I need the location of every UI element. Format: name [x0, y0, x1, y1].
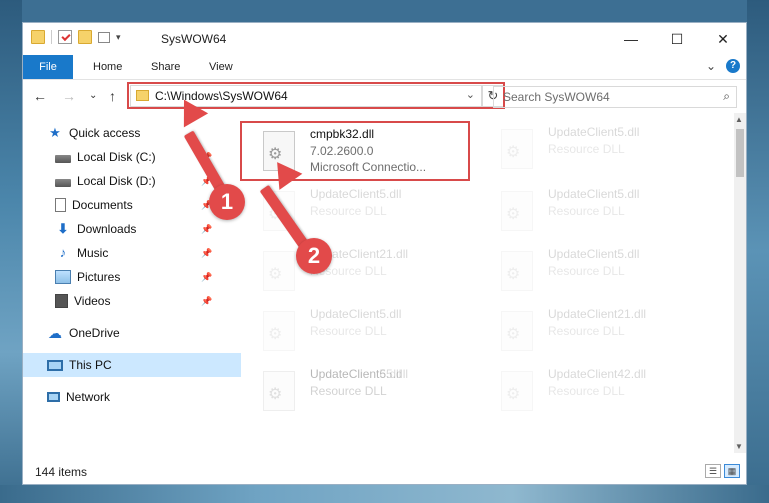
dll-file-icon: [501, 371, 533, 411]
close-button[interactable]: ✕: [700, 23, 746, 55]
customize-toolbar-icon[interactable]: [98, 31, 110, 43]
sidebar-item-downloads[interactable]: ⬇ Downloads 📌: [23, 217, 249, 241]
vertical-scrollbar[interactable]: ▲ ▼: [734, 113, 746, 453]
star-icon: ★: [49, 125, 61, 140]
sidebar-item-this-pc[interactable]: This PC: [23, 353, 241, 377]
dll-file-icon: [263, 311, 295, 351]
sidebar-item-pictures[interactable]: Pictures 📌: [23, 265, 249, 289]
scroll-down-icon[interactable]: ▼: [735, 442, 743, 451]
file-item[interactable]: UpdateClient5.dll Resource DLL: [243, 303, 468, 359]
download-arrow-icon: ⬇: [57, 221, 69, 236]
dll-file-icon: [263, 251, 295, 291]
file-item[interactable]: UpdateClient5.dll Resource DLL: [481, 121, 706, 177]
ribbon-tabs: File Home Share View ⌄ ?: [23, 55, 746, 80]
file-list: cmpbk32.dll 7.02.2600.0 Microsoft Connec…: [223, 113, 732, 453]
toolbar-dropdown-icon[interactable]: ▾: [116, 32, 121, 43]
drive-icon: [55, 178, 71, 187]
search-icon[interactable]: ⌕: [723, 89, 730, 104]
minimize-button[interactable]: —: [608, 23, 654, 55]
ribbon-expand-icon[interactable]: ⌄: [706, 59, 716, 73]
documents-icon: [55, 198, 66, 212]
sidebar-item-videos[interactable]: Videos 📌: [23, 289, 249, 313]
tab-file[interactable]: File: [23, 55, 73, 79]
sidebar-item-network[interactable]: Network: [23, 385, 241, 409]
help-icon[interactable]: ?: [726, 59, 740, 73]
file-item[interactable]: UpdateClient42.dll Resource DLL: [481, 363, 706, 419]
sidebar-item-music[interactable]: ♪ Music 📌: [23, 241, 249, 265]
drive-icon: [55, 154, 71, 163]
scrollbar-thumb[interactable]: [736, 129, 744, 177]
status-bar: 144 items ☰ ▦: [23, 459, 746, 485]
tab-share[interactable]: Share: [151, 55, 180, 79]
new-folder-icon[interactable]: [78, 30, 92, 44]
pin-icon: 📌: [201, 295, 213, 306]
address-row: ← → ⌄ ↑ C:\Windows\SysWOW64 ⌄ ↻ Search S…: [23, 80, 746, 112]
step-1-badge: 1: [209, 184, 245, 220]
dll-file-icon: [501, 311, 533, 351]
folder-icon: [31, 30, 45, 44]
pin-icon: 📌: [201, 271, 213, 282]
maximize-button[interactable]: ☐: [654, 23, 700, 55]
navigation-pane: ★ Quick access Local Disk (C:) 📌 Local D…: [23, 113, 241, 453]
file-item[interactable]: UpdateClient5.dll Resource DLL: [481, 183, 706, 239]
file-item[interactable]: UpdateClient5.dll Resource DLL: [481, 243, 706, 299]
pictures-icon: [55, 270, 71, 284]
tab-view[interactable]: View: [209, 55, 233, 79]
dll-file-icon: [263, 371, 295, 411]
item-count: 144 items: [35, 465, 88, 479]
computer-icon: [47, 359, 63, 371]
dll-file-icon: [501, 129, 533, 169]
details-view-icon[interactable]: ☰: [705, 464, 721, 478]
music-note-icon: ♪: [59, 245, 67, 260]
cloud-icon: ☁: [48, 325, 62, 341]
recent-locations-icon[interactable]: ⌄: [89, 90, 97, 101]
sidebar-item-local-disk-c[interactable]: Local Disk (C:) 📌: [23, 145, 249, 169]
window-title: SysWOW64: [161, 32, 227, 46]
dll-file-icon: [501, 191, 533, 231]
step-2-badge: 2: [296, 238, 332, 274]
network-icon: [47, 392, 60, 402]
title-bar: ▾ SysWOW64 — ☐ ✕: [23, 23, 746, 55]
videos-icon: [55, 294, 68, 308]
pin-icon: 📌: [201, 247, 213, 258]
forward-arrow-icon[interactable]: →: [62, 88, 76, 104]
desktop-background-bottom: [0, 485, 769, 503]
quick-access-toolbar: ▾: [31, 30, 121, 44]
file-explorer-window: ▾ SysWOW64 — ☐ ✕ File Home Share View ⌄ …: [22, 22, 747, 485]
file-item[interactable]: UpdateClient21.dll Resource DLL: [481, 303, 706, 359]
back-arrow-icon[interactable]: ←: [33, 88, 47, 104]
desktop-background-right: [747, 0, 769, 503]
pin-icon: 📌: [201, 223, 213, 234]
scroll-up-icon[interactable]: ▲: [735, 115, 743, 124]
search-box[interactable]: Search SysWOW64 ⌕: [493, 86, 737, 108]
dll-file-icon: [501, 251, 533, 291]
tab-home[interactable]: Home: [93, 55, 122, 79]
sidebar-item-quick-access[interactable]: ★ Quick access: [23, 121, 241, 145]
up-arrow-icon[interactable]: ↑: [109, 88, 116, 104]
sidebar-item-onedrive[interactable]: ☁ OneDrive: [23, 321, 241, 345]
large-icons-view-icon[interactable]: ▦: [724, 464, 740, 478]
file-item[interactable]: UpdateClient5.dll Resource DLL: [243, 363, 468, 419]
desktop-background-left: [0, 0, 22, 503]
properties-icon[interactable]: [58, 30, 72, 44]
search-placeholder[interactable]: Search SysWOW64: [503, 90, 610, 104]
file-item[interactable]: UpdateClient21.dll Resource DLL: [243, 243, 468, 299]
